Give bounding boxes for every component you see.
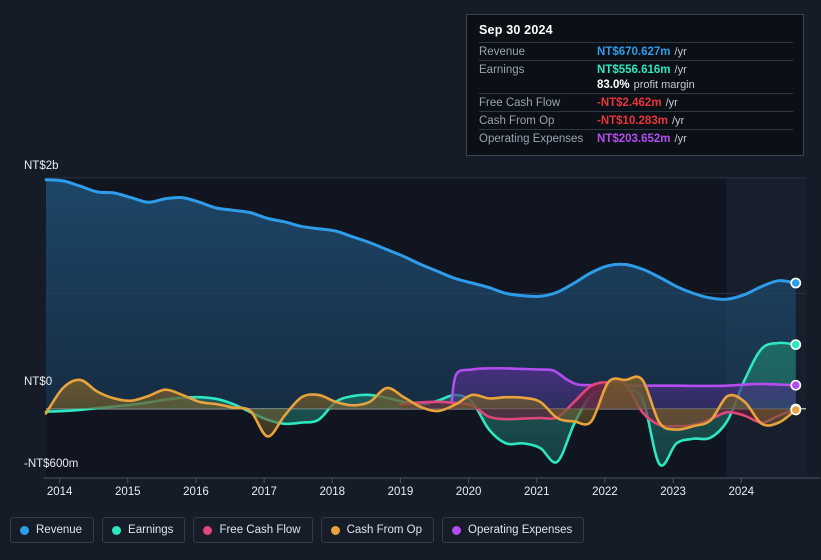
x-axis-tick-2018: 2018	[319, 486, 346, 498]
legend-item-cash-from-op[interactable]: Cash From Op	[320, 517, 435, 543]
tooltip-row-value: -NT$2.462m	[597, 97, 662, 109]
tooltip-row: Free Cash Flow -NT$2.462m/yr	[479, 93, 793, 111]
x-axis-tick-2021: 2021	[523, 486, 550, 498]
legend-color-dot-icon	[452, 525, 462, 535]
tooltip-row: Revenue NT$670.627m/yr	[479, 42, 793, 60]
x-axis-tick-2020: 2020	[455, 486, 482, 498]
tooltip-row-label: Operating Expenses	[479, 133, 584, 145]
legend-item-label: Revenue	[36, 524, 83, 536]
legend-item-label: Earnings	[128, 524, 174, 536]
legend-color-dot-icon	[112, 525, 122, 535]
tooltip-row-value: NT$556.616m	[597, 64, 671, 76]
legend-color-dot-icon	[330, 525, 340, 535]
endpoint-marker-operating-expenses	[790, 379, 802, 391]
legend-item-label: Operating Expenses	[468, 524, 573, 536]
tooltip-row-label: Revenue	[479, 46, 526, 58]
endpoint-marker-revenue	[790, 277, 802, 289]
legend-item-label: Cash From Op	[346, 524, 423, 536]
legend-item-free-cash-flow[interactable]: Free Cash Flow	[193, 517, 313, 543]
tooltip-row-value: NT$670.627m	[597, 46, 671, 58]
tooltip-row: Earnings NT$556.616m/yr	[479, 60, 793, 78]
endpoint-marker-earnings	[790, 339, 802, 351]
x-axis-tick-2022: 2022	[592, 486, 618, 498]
x-axis-tick-2014: 2014	[46, 486, 73, 498]
y-axis-label-top: NT$2b	[24, 160, 59, 172]
legend-item-revenue[interactable]: Revenue	[10, 517, 95, 543]
legend-item-label: Free Cash Flow	[219, 524, 301, 536]
x-axis-tick-2024: 2024	[728, 486, 755, 498]
tooltip-row-suffix: /yr	[674, 133, 687, 145]
tooltip-row-label: Free Cash Flow	[479, 97, 561, 109]
legend-item-earnings[interactable]: Earnings	[102, 517, 186, 543]
data-tooltip: Sep 30 2024 Revenue NT$670.627m/yr Earning…	[466, 14, 804, 156]
x-axis-tick-2019: 2019	[387, 486, 414, 498]
endpoint-marker-cash-from-op	[790, 404, 802, 416]
tooltip-row-suffix: profit margin	[633, 79, 695, 91]
tooltip-row-suffix: /yr	[665, 97, 678, 109]
legend-color-dot-icon	[203, 525, 213, 535]
chart-legend: Revenue Earnings Free Cash Flow Cash From O…	[10, 517, 585, 543]
tooltip-row-value: 83.0%	[597, 79, 630, 91]
tooltip-row-suffix: /yr	[674, 46, 687, 58]
tooltip-row-suffix: /yr	[674, 64, 687, 76]
tooltip-row-suffix: /yr	[671, 115, 685, 127]
y-axis-label-zero: NT$0	[24, 376, 53, 388]
x-axis-tick-2015: 2015	[114, 486, 141, 498]
tooltip-row: 83.0% profit margin	[479, 78, 793, 93]
tooltip-date: Sep 30 2024	[479, 23, 553, 37]
financial-chart: NT$2b NT$0 -NT$600m 2014 2015 2016 2017 2018…	[0, 0, 821, 560]
tooltip-row-value: NT$203.652m	[597, 133, 671, 145]
tooltip-row: Operating Expenses NT$203.652m/yr	[479, 129, 793, 147]
y-axis-label-bottom: -NT$600m	[24, 458, 79, 470]
legend-color-dot-icon	[20, 525, 29, 535]
tooltip-row: Cash From Op -NT$10.283m/yr	[479, 111, 793, 129]
legend-item-operating-expenses[interactable]: Operating Expenses	[442, 517, 585, 543]
tooltip-row-label: Earnings	[479, 64, 525, 76]
x-axis-tick-2016: 2016	[183, 486, 209, 498]
x-axis-tick-2023: 2023	[660, 486, 686, 498]
x-axis-tick-2017: 2017	[251, 486, 277, 498]
tooltip-row-label: Cash From Op	[479, 115, 555, 127]
tooltip-rows: Revenue NT$670.627m/yr Earnings NT$556.616m…	[479, 42, 793, 147]
tooltip-row-value: -NT$10.283m	[597, 115, 668, 127]
